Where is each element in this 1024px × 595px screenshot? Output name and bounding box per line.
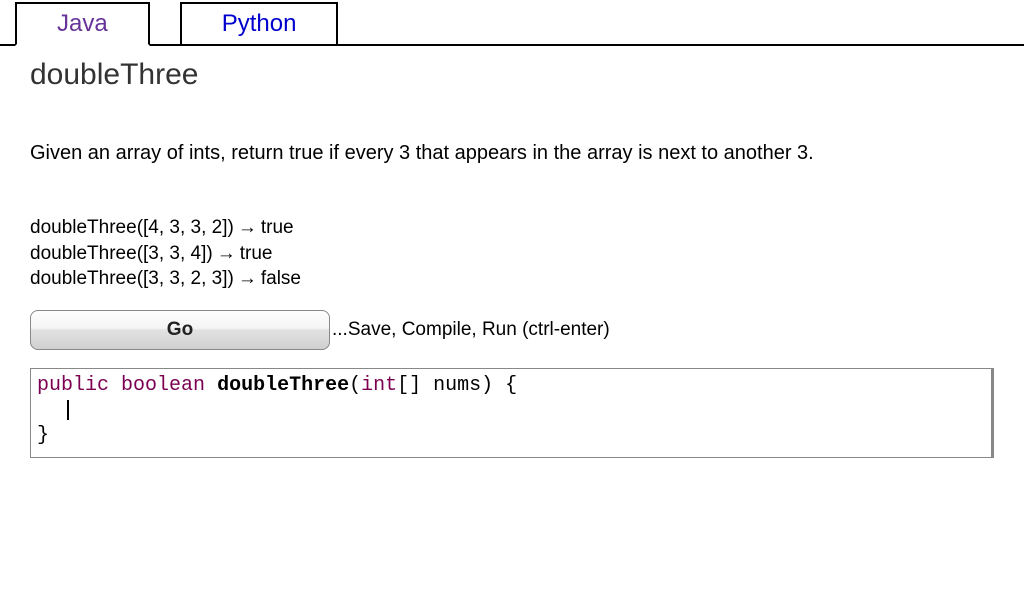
- tab-java[interactable]: Java: [15, 2, 150, 46]
- example-call: doubleThree([3, 3, 4]): [30, 243, 213, 264]
- arrow-icon: →: [238, 215, 257, 241]
- code-param: nums: [421, 374, 481, 397]
- example-line: doubleThree([3, 3, 4])→true: [30, 241, 994, 267]
- tab-python[interactable]: Python: [180, 2, 339, 46]
- method-name: doubleThree: [217, 374, 349, 397]
- arrow-icon: →: [238, 266, 257, 292]
- tab-bar: Java Python: [0, 0, 1024, 46]
- paren-open: (: [349, 374, 361, 397]
- keyword-int: int: [361, 374, 397, 397]
- code-line-3: }: [37, 423, 985, 448]
- hint-text: ...Save, Compile, Run (ctrl-enter): [332, 319, 610, 341]
- example-call: doubleThree([4, 3, 3, 2]): [30, 217, 234, 238]
- arrow-icon: →: [217, 241, 236, 267]
- example-result: true: [240, 243, 273, 264]
- keyword-public: public: [37, 374, 109, 397]
- code-editor[interactable]: public boolean doubleThree(int[] nums) {…: [30, 368, 994, 458]
- code-brackets: []: [397, 374, 421, 397]
- action-row: Go ...Save, Compile, Run (ctrl-enter): [30, 310, 994, 350]
- example-line: doubleThree([3, 3, 2, 3])→false: [30, 266, 994, 292]
- page-title: doubleThree: [30, 58, 994, 92]
- example-result: true: [261, 217, 294, 238]
- problem-description: Given an array of ints, return true if e…: [30, 142, 994, 165]
- text-cursor: [67, 400, 69, 420]
- paren-close: ): [481, 374, 493, 397]
- keyword-boolean: boolean: [121, 374, 205, 397]
- brace-close: }: [37, 424, 49, 447]
- main-content: doubleThree Given an array of ints, retu…: [0, 46, 1024, 470]
- brace-open: {: [493, 374, 517, 397]
- code-line-1: public boolean doubleThree(int[] nums) {: [37, 373, 985, 398]
- example-result: false: [261, 268, 301, 289]
- examples-block: doubleThree([4, 3, 3, 2])→true doubleThr…: [30, 215, 994, 292]
- example-call: doubleThree([3, 3, 2, 3]): [30, 268, 234, 289]
- example-line: doubleThree([4, 3, 3, 2])→true: [30, 215, 994, 241]
- code-line-2: [37, 398, 985, 423]
- go-button[interactable]: Go: [30, 310, 330, 350]
